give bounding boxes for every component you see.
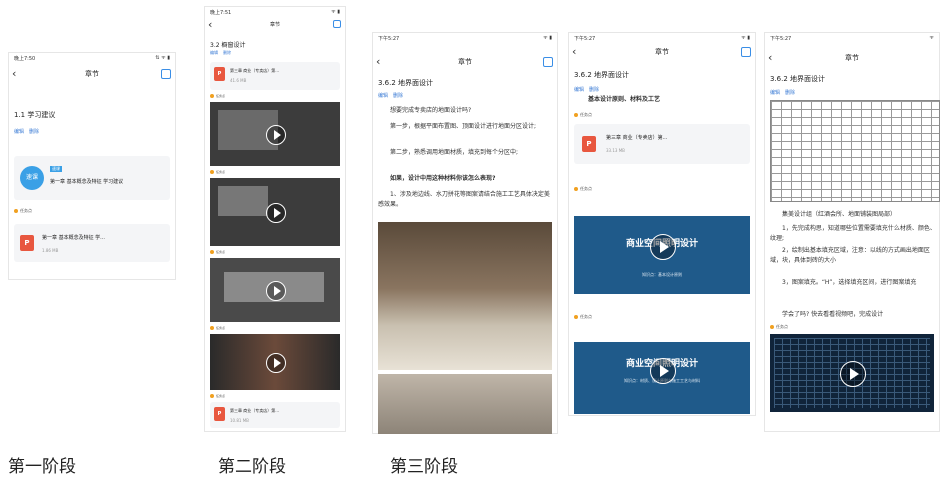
video-player[interactable] — [770, 334, 934, 412]
stage-caption-3: 第三阶段 — [390, 457, 458, 477]
status-bar: 下午5:27 ᯤ ▮ — [574, 35, 750, 42]
course-badge: 速课 — [50, 166, 62, 172]
course-title: 第一章 基本概念及特征 学习建议 — [50, 179, 124, 185]
play-icon[interactable] — [266, 281, 286, 301]
paragraph: 想要完成专卖店的地面设计吗? — [390, 107, 472, 114]
edit-icon[interactable] — [543, 57, 553, 67]
play-icon[interactable] — [840, 361, 866, 387]
file-size: 1.86 MB — [42, 248, 59, 253]
section-title: 3.2 橱窗设计 — [210, 42, 246, 49]
paragraph: 第一步，根据平面布置图、顶面设计进行地面分区设计; — [390, 123, 537, 130]
edit-link[interactable]: 编辑 — [574, 87, 584, 93]
delete-link[interactable]: 删除 — [785, 90, 795, 96]
paragraph: 3，图案填充。“H”，选择填充区间，进行图案填充 — [782, 279, 917, 286]
screen-stage-1: 晚上7:50 ⇅ ᯤ ▮ ‹ 章节 1.1 学习建议 编辑 删除 速课 速课 第一章… — [8, 52, 176, 280]
play-icon[interactable] — [266, 203, 286, 223]
paragraph: 1、涉及地边线、水刀拼花等图案请结合施工工艺具体决定美感效果。 — [378, 191, 550, 208]
nav-bar: ‹ 章节 — [768, 51, 859, 64]
floor-plan-drawing — [770, 100, 940, 202]
section-title: 3.6.2 地界面设计 — [574, 71, 630, 79]
video-player[interactable] — [210, 334, 340, 390]
interior-photo — [378, 374, 552, 434]
section-title: 1.1 学习建议 — [14, 111, 56, 119]
ppt-file-icon: P — [214, 407, 225, 421]
file-card[interactable]: P 第一章 基本概念及特征 学... 1.86 MB — [14, 224, 170, 262]
stage-caption-2: 第二阶段 — [218, 457, 286, 477]
play-icon[interactable] — [650, 358, 676, 384]
status-bar: 晚上7:51 ᯤ ▮ — [210, 9, 340, 16]
ppt-file-icon: P — [214, 67, 225, 81]
paragraph: 集美设计组（红酒会所、地面铺装图局部） — [782, 211, 897, 218]
section-title: 3.6.2 地界面设计 — [770, 75, 826, 83]
stage-caption-1: 第一阶段 — [8, 457, 76, 477]
video-player[interactable] — [210, 102, 340, 166]
delete-link[interactable]: 删除 — [29, 129, 39, 135]
video-player[interactable]: 商业空间照明设计 知识点：材质、设计原则与施工工艺与材料 — [574, 326, 750, 414]
edit-link[interactable]: 编辑 — [14, 129, 24, 135]
screen-stage-3: 下午5:27 ᯤ ▮ ‹ 章节 3.6.2 地界面设计 编辑 删除 想要完成专卖店的… — [372, 32, 558, 434]
paragraph: 如果，设计中用这种材料你该怎么表现? — [390, 175, 496, 182]
delete-link[interactable]: 删除 — [589, 87, 599, 93]
file-card[interactable]: P 第三章 商业（专卖店）第... 10.81 MB — [210, 402, 340, 428]
paragraph: 2，绘制出基本填充区域，注意：以线的方式画出地面区域，块，具体到砖的大小 — [770, 247, 930, 264]
file-card[interactable]: P 第三章 商业（专卖店）第... 41.6 MB — [210, 62, 340, 90]
nav-bar: ‹ 章节 — [372, 54, 558, 70]
paragraph: 第二步，熟悉调用地面材质，填充到每个分区中; — [390, 149, 519, 156]
ppt-file-icon: P — [582, 136, 596, 152]
nav-bar: ‹ 章节 — [8, 66, 176, 82]
ppt-file-icon: P — [20, 235, 34, 251]
edit-link[interactable]: 编辑 — [378, 93, 388, 99]
edit-icon[interactable] — [741, 47, 751, 57]
nav-bar: ‹ 章节 — [568, 44, 756, 60]
video-player[interactable] — [210, 178, 340, 246]
edit-link[interactable]: 编辑 — [210, 50, 218, 55]
file-name: 第一章 基本概念及特征 学... — [42, 235, 105, 241]
nav-title: 章节 — [85, 70, 99, 78]
screen-stage-2: 晚上7:51 ᯤ ▮ ‹ 章节 3.2 橱窗设计 编辑 删除 P 第三章 商业（专卖… — [204, 6, 346, 432]
delete-link[interactable]: 删除 — [223, 50, 231, 55]
status-bar: 下午5:27 ᯤ ▮ — [378, 35, 552, 42]
task-point-label: 任务点 — [14, 208, 32, 214]
paragraph: 学会了吗? 快去看看视频吧，完成设计 — [782, 311, 884, 318]
screen-stage-5: 下午5:27 ᯤ ‹ 章节 3.6.2 地界面设计 编辑 删除 集美设计组（红酒会所… — [764, 32, 940, 432]
section-title: 3.6.2 地界面设计 — [378, 79, 434, 87]
delete-link[interactable]: 删除 — [393, 93, 403, 99]
video-player[interactable] — [210, 258, 340, 322]
course-card[interactable]: 速课 速课 第一章 基本概念及特征 学习建议 — [14, 156, 170, 200]
edit-link[interactable]: 编辑 — [770, 90, 780, 96]
video-player[interactable]: 商业空间照明设计 知识点：基本设计原则 — [574, 198, 750, 294]
status-bar: 晚上7:50 ⇅ ᯤ ▮ — [14, 55, 170, 62]
play-icon[interactable] — [650, 234, 676, 260]
nav-bar: ‹ 章节 — [204, 18, 346, 32]
file-card[interactable]: P 第三章 商业（专卖店）第... 33.13 MB — [574, 124, 750, 164]
section-actions: 编辑 删除 — [14, 128, 44, 135]
interior-photo — [378, 222, 552, 370]
edit-icon[interactable] — [333, 20, 341, 28]
subtitle: 基本设计原则、材料及工艺 — [588, 96, 661, 103]
play-icon[interactable] — [266, 125, 286, 145]
edit-icon[interactable] — [161, 69, 171, 79]
screen-stage-4: 下午5:27 ᯤ ▮ ‹ 章节 3.6.2 地界面设计 编辑 删除 基本设计原则、材… — [568, 32, 756, 416]
status-bar: 下午5:27 ᯤ — [770, 35, 934, 42]
course-tag-icon: 速课 — [20, 166, 44, 190]
play-icon[interactable] — [266, 353, 286, 373]
paragraph: 1，先完成构思，知道哪些位置需要填充什么材质、颜色、纹理; — [770, 225, 936, 242]
